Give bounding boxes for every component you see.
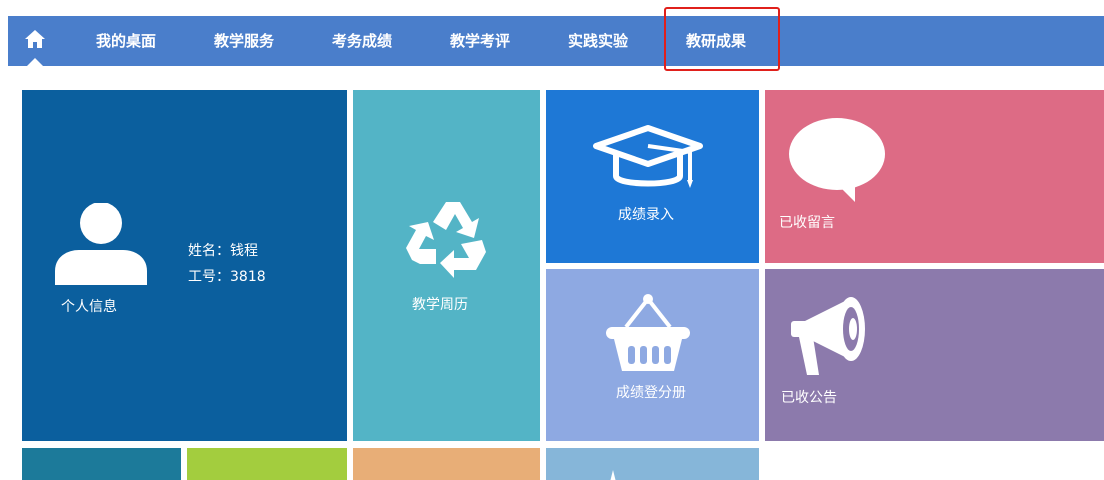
home-icon [25,30,45,48]
tile-label-personal-info: 个人信息 [61,299,117,315]
tile-label-grade-entry: 成绩录入 [618,207,674,223]
speech-bubble-icon [789,118,885,202]
tile-teaching-calendar[interactable]: 教学周历 [353,90,540,441]
graduation-cap-icon [593,125,703,188]
tile-bottom-1[interactable] [22,448,181,480]
teacher-id: 工号：3818 [188,269,266,285]
tile-label-grade-register: 成绩登分册 [616,385,686,401]
basket-icon [606,294,690,371]
nav-teaching-service[interactable]: 教学服务 [214,16,274,66]
tile-label-received-notices: 已收公告 [781,390,837,406]
tile-label-received-messages: 已收留言 [779,215,835,231]
tile-received-notices[interactable]: 已收公告 [765,269,1104,441]
nav-my-desktop[interactable]: 我的桌面 [96,16,156,66]
main-nav-bar [8,16,1104,66]
recycle-icon [406,202,486,278]
tile-bottom-4[interactable] [546,448,759,480]
tile-bottom-3[interactable] [353,448,540,480]
top-strip [0,0,1104,16]
nav-teaching-evaluation[interactable]: 教学考评 [450,16,510,66]
megaphone-icon [791,297,865,375]
nav-exam-grades[interactable]: 考务成绩 [332,16,392,66]
tile-bottom-2[interactable] [187,448,347,480]
tile-grade-register[interactable]: 成绩登分册 [546,269,759,441]
active-tab-caret [27,58,43,66]
teacher-name: 姓名：钱程 [188,243,258,259]
tile-personal-info[interactable]: 姓名：钱程 工号：3818 个人信息 [22,90,347,441]
partial-tile-icon [610,470,616,480]
nav-practice-experiment[interactable]: 实践实验 [568,16,628,66]
tile-grade-entry[interactable]: 成绩录入 [546,90,759,263]
tile-received-messages[interactable]: 已收留言 [765,90,1104,263]
tile-label-teaching-calendar: 教学周历 [412,297,468,313]
user-icon [55,203,147,285]
nav-research-results[interactable]: 教研成果 [686,16,746,66]
